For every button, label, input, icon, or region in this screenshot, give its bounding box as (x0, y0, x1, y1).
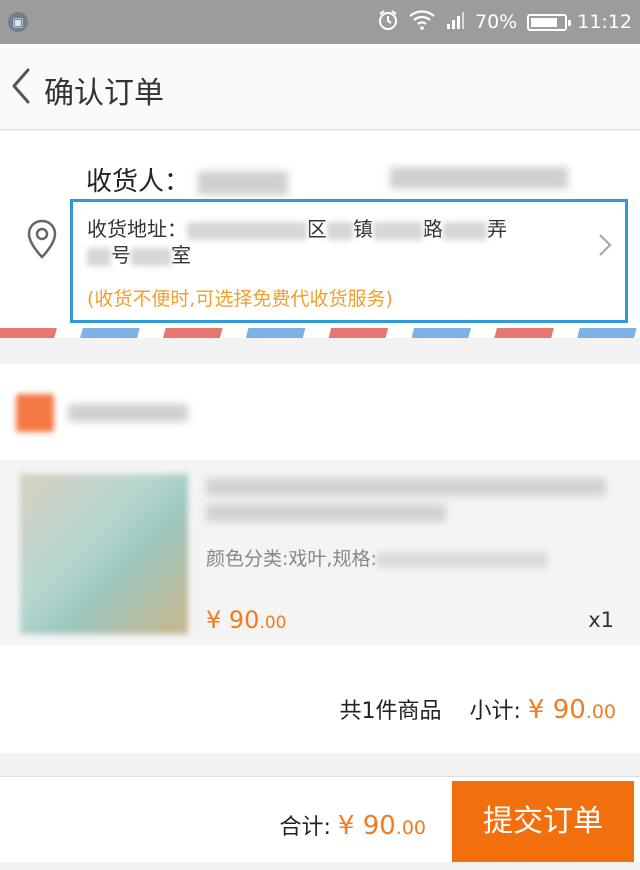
address-part-2: 镇 (353, 217, 373, 241)
subtotal-price-main: ¥ 90 (527, 695, 586, 725)
address-redacted (87, 247, 111, 266)
bottom-strip (0, 862, 640, 870)
subtotal-line: 共1件商品 小计: ¥ 90.00 (339, 693, 616, 725)
wifi-icon (409, 9, 435, 35)
chevron-right-icon (599, 234, 612, 256)
status-icons: 70% 11:12 (377, 0, 632, 44)
subtotal-price-decimal: .00 (585, 701, 616, 723)
total-price-decimal: .00 (395, 817, 426, 839)
shop-name-redacted (68, 404, 188, 422)
battery-icon (527, 13, 572, 31)
product-quantity: x1 (588, 608, 614, 632)
status-bar: ▣ 70% 11:12 (0, 0, 640, 44)
chevron-left-icon (12, 68, 30, 104)
total-line: 合计: ¥ 90.00 (279, 809, 426, 841)
spec-redacted (376, 551, 547, 568)
subtotal-label: 小计: (469, 699, 521, 724)
product-spec: 颜色分类:戏叶,规格: (206, 544, 547, 571)
signal-icon (445, 10, 465, 35)
battery-percent: 70% (475, 11, 518, 33)
submit-order-button[interactable]: 提交订单 (452, 781, 634, 863)
address-part-6: 室 (171, 243, 191, 267)
address-redacted (373, 221, 423, 240)
page-title: 确认订单 (44, 76, 164, 111)
address-redacted (327, 221, 353, 240)
top-header: 确认订单 (0, 44, 640, 130)
clock: 11:12 (577, 11, 632, 33)
product-thumbnail (20, 474, 188, 634)
product-price: ¥ 90.00 (206, 606, 286, 634)
total-label: 合计: (279, 815, 331, 840)
address-redacted (131, 247, 171, 266)
product-price-main: ¥ 90 (206, 606, 260, 634)
address-redacted (443, 221, 487, 240)
product-spec-label: 颜色分类:戏叶,规格: (206, 548, 377, 570)
battery-fill (531, 17, 558, 27)
product-title-redacted (206, 504, 446, 522)
total-price-main: ¥ 90 (337, 811, 396, 841)
address-card[interactable]: 收货人： 收货地址： 区 镇 路 弄号 室 (收货不便时,可选择免费代收货服务) (0, 131, 640, 338)
address-redacted (187, 221, 307, 240)
alarm-icon (377, 9, 399, 36)
shop-row (0, 364, 640, 460)
address-label: 收货地址： (87, 217, 187, 241)
product-title-redacted (206, 478, 606, 496)
phone-redacted (390, 167, 568, 189)
shop-logo-icon (16, 394, 54, 432)
bottom-bar: 合计: ¥ 90.00 提交订单 (0, 776, 640, 863)
address-text: 收货地址： 区 镇 路 弄号 室 (87, 216, 577, 268)
total-price: ¥ 90.00 (338, 811, 426, 841)
back-button[interactable] (4, 66, 38, 106)
recipient-row: 收货人： (86, 161, 289, 198)
airmail-divider (0, 328, 640, 338)
item-count: 共1件商品 (339, 699, 442, 724)
address-part-3: 路 (423, 217, 443, 241)
subtotal-row: 共1件商品 小计: ¥ 90.00 (0, 645, 640, 753)
recipient-label: 收货人： (86, 167, 191, 197)
address-highlight-box[interactable]: 收货地址： 区 镇 路 弄号 室 (收货不便时,可选择免费代收货服务) (70, 199, 628, 323)
product-price-decimal: .00 (259, 613, 287, 633)
app-icon: ▣ (8, 12, 28, 32)
subtotal-price: ¥ 90.00 (528, 695, 616, 725)
product-item[interactable]: 颜色分类:戏叶,规格: ¥ 90.00 x1 (0, 462, 640, 644)
delivery-note[interactable]: (收货不便时,可选择免费代收货服务) (87, 284, 393, 311)
recipient-name-redacted (198, 170, 289, 195)
address-part-1: 区 (307, 217, 327, 241)
address-part-5: 号 (111, 243, 131, 267)
location-pin-icon (27, 219, 57, 259)
address-part-4: 弄 (487, 217, 507, 241)
